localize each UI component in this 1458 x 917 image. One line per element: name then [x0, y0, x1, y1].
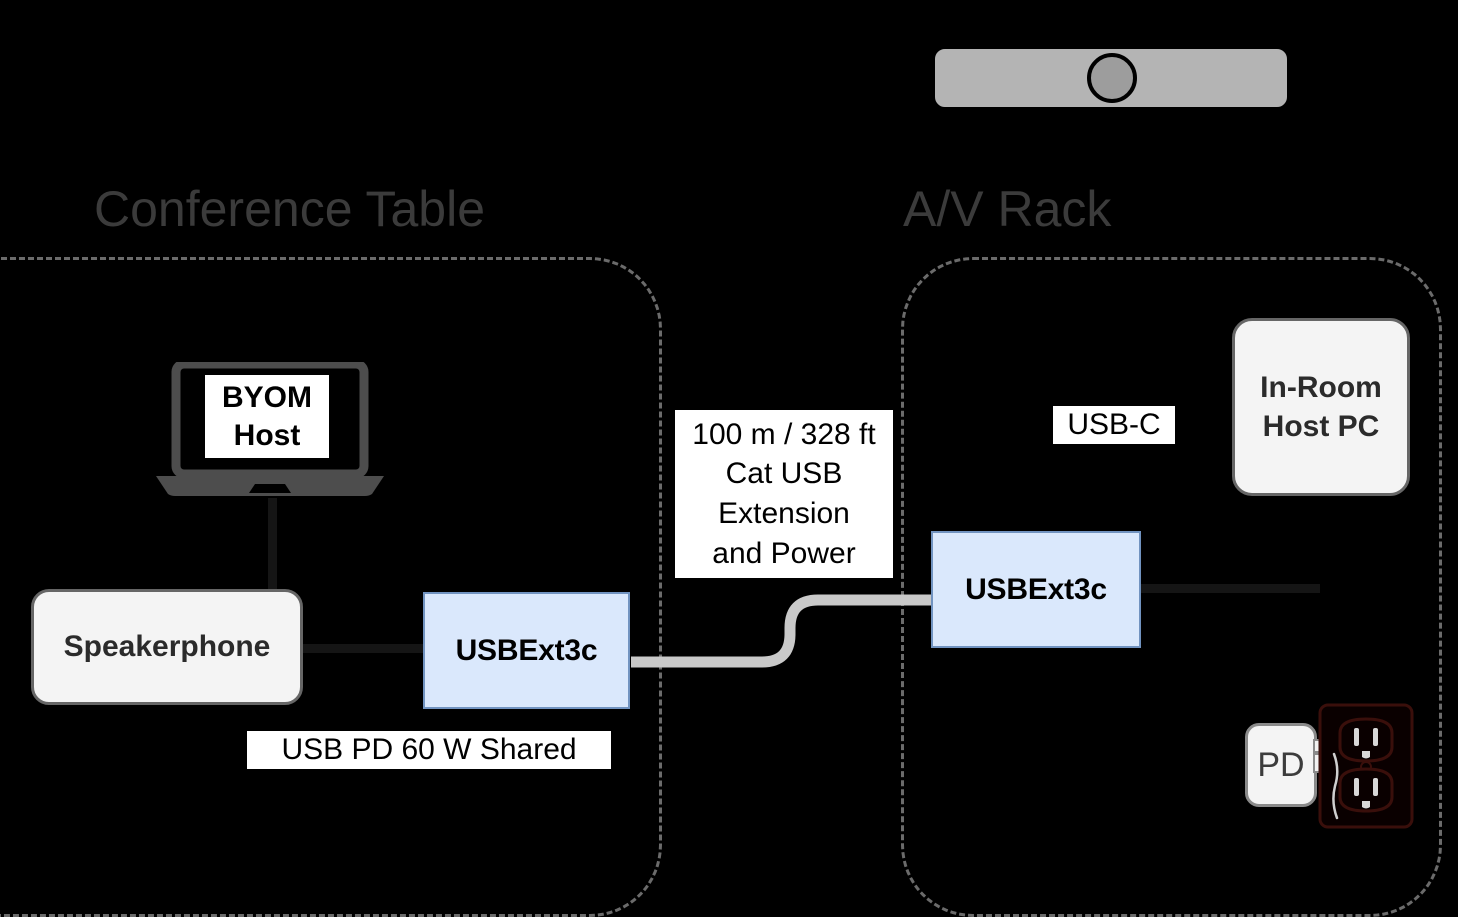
power-delivery-adapter[interactable]: PD	[1245, 723, 1317, 807]
usbext3c-left-box[interactable]: USBExt3c	[423, 592, 630, 709]
usbext3c-right-box[interactable]: USBExt3c	[931, 531, 1141, 648]
byom-host-label-line1: BYOM	[222, 381, 312, 414]
diagram-canvas: Conference Table A/V Rack BYOM Host Spea…	[0, 0, 1458, 917]
power-cord	[1332, 752, 1339, 820]
label-usb-pd-shared: USB PD 60 W Shared	[247, 731, 611, 769]
link-byom-host-to-usbext3c	[268, 498, 277, 598]
label-usb-c: USB-C	[1053, 406, 1175, 444]
link-usbext3c-to-host-pc	[1140, 584, 1320, 593]
link-speakerphone-to-usbext3c	[300, 644, 430, 653]
in-room-host-pc-line1: In-Room	[1260, 371, 1382, 404]
in-room-host-pc-box[interactable]: In-Room Host PC	[1232, 318, 1410, 496]
in-room-host-pc-line2: Host PC	[1262, 410, 1380, 443]
speakerphone-box[interactable]: Speakerphone	[31, 589, 303, 705]
byom-host-label-line2: Host	[233, 418, 301, 452]
byom-host-screen-label: BYOM Host	[205, 375, 329, 458]
label-cat-usb-extension: 100 m / 328 ft Cat USB Extension and Pow…	[675, 410, 893, 578]
